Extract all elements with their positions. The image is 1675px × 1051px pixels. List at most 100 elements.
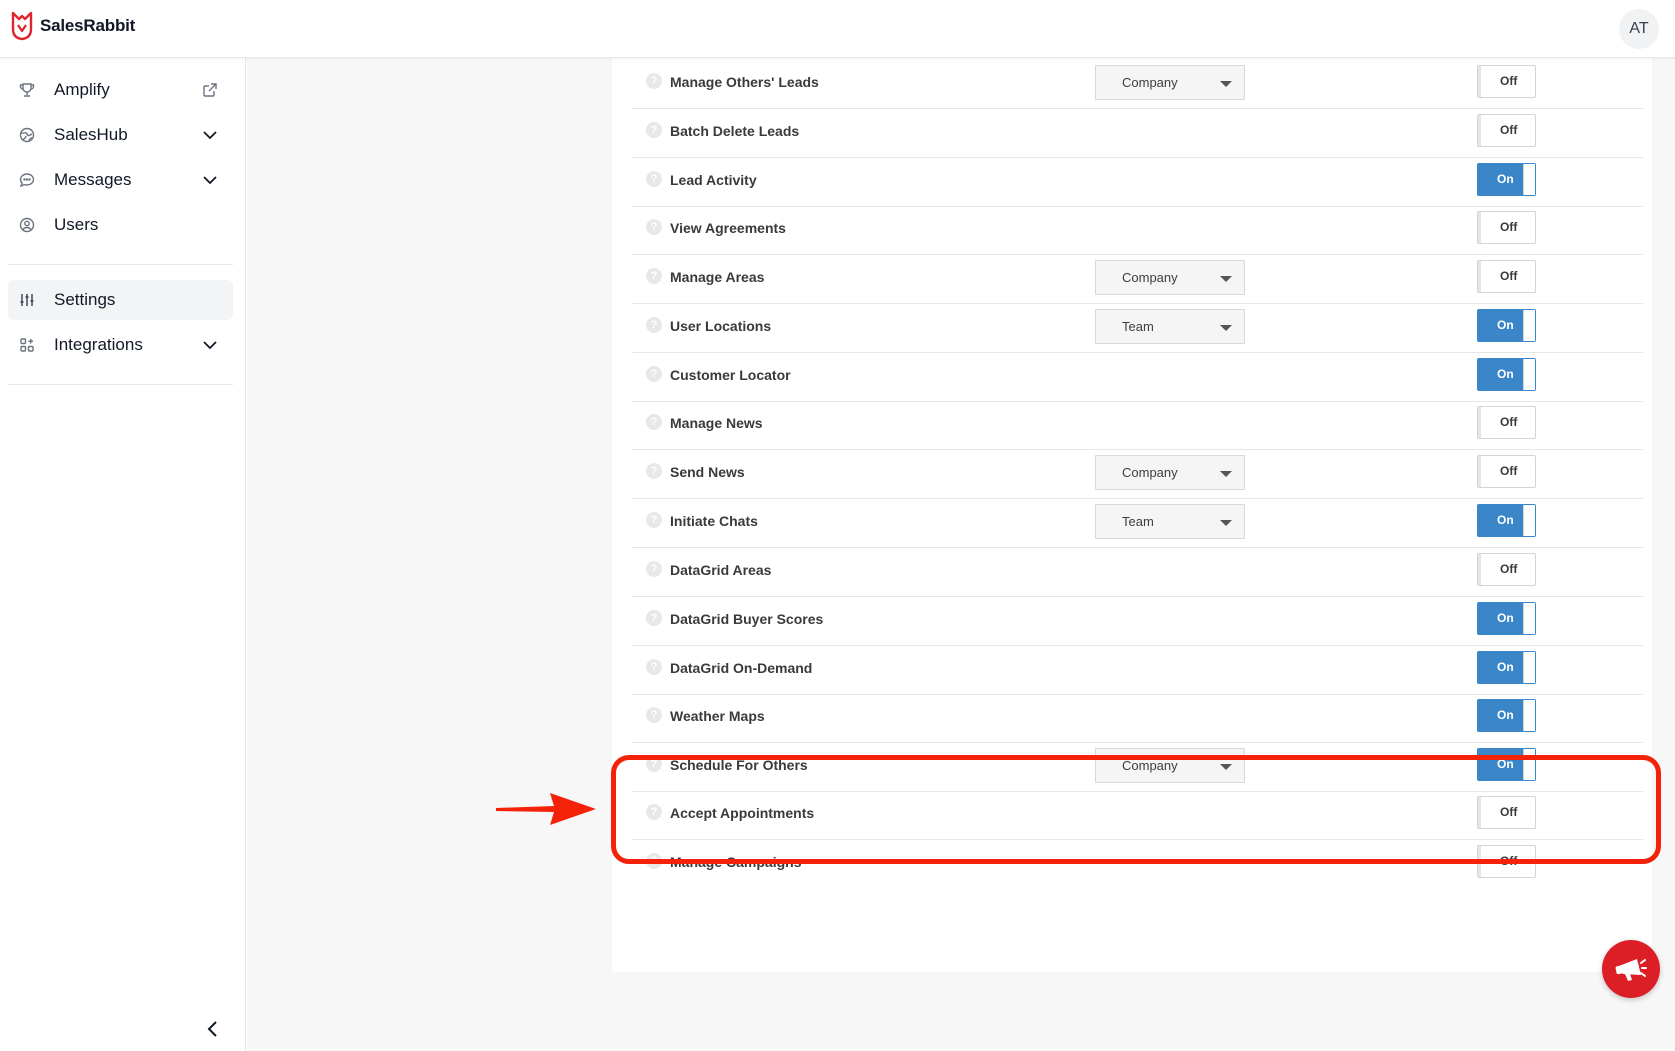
- rabbit-logo-icon: [11, 11, 33, 41]
- toggle-knob: [1523, 359, 1535, 390]
- permission-toggle[interactable]: Off: [1477, 406, 1536, 439]
- sidebar-item-amplify[interactable]: Amplify: [8, 70, 233, 110]
- toggle-state-label: Off: [1500, 74, 1518, 88]
- brand-logo[interactable]: SalesRabbit: [10, 11, 135, 41]
- permission-toggle[interactable]: On: [1477, 699, 1536, 732]
- scope-select[interactable]: Company: [1095, 65, 1245, 100]
- scope-select-value: Company: [1122, 75, 1178, 90]
- permission-toggle[interactable]: Off: [1477, 65, 1536, 98]
- grid-icon: [18, 336, 36, 354]
- scope-select-value: Company: [1122, 465, 1178, 480]
- permission-toggle[interactable]: On: [1477, 358, 1536, 391]
- user-circle-icon: [18, 216, 36, 234]
- toggle-state-label: Off: [1500, 269, 1518, 283]
- permission-label: Initiate Chats: [670, 513, 758, 529]
- help-icon[interactable]: ?: [646, 463, 662, 479]
- sliders-icon: [18, 291, 36, 309]
- chat-bubble-icon: [18, 171, 36, 189]
- permission-label: Weather Maps: [670, 708, 765, 724]
- sidebar-item-label: Users: [54, 215, 99, 234]
- permission-row: ? User Locations Team On: [632, 302, 1643, 353]
- toggle-state-label: On: [1497, 660, 1514, 674]
- toggle-state-label: On: [1497, 513, 1514, 527]
- permission-toggle[interactable]: Off: [1477, 211, 1536, 244]
- sidebar-divider: [8, 264, 233, 265]
- permission-row: ? Customer Locator On: [632, 351, 1643, 402]
- help-icon[interactable]: ?: [646, 73, 662, 89]
- toggle-state-label: Off: [1500, 415, 1518, 429]
- scope-select[interactable]: Team: [1095, 504, 1245, 539]
- toggle-knob: [1523, 700, 1535, 731]
- user-avatar[interactable]: AT: [1619, 9, 1659, 49]
- permission-toggle[interactable]: On: [1477, 504, 1536, 537]
- caret-down-icon: [1220, 276, 1232, 282]
- permission-toggle[interactable]: On: [1477, 602, 1536, 635]
- toggle-state-label: Off: [1500, 562, 1518, 576]
- megaphone-icon: [1615, 959, 1647, 981]
- permission-label: DataGrid Areas: [670, 562, 772, 578]
- toggle-state-label: On: [1497, 318, 1514, 332]
- permission-row: ? DataGrid On-Demand On: [632, 644, 1643, 695]
- toggle-state-label: On: [1497, 172, 1514, 186]
- sidebar-item-label: Amplify: [54, 80, 110, 99]
- permission-label: View Agreements: [670, 220, 786, 236]
- permission-row: ? Batch Delete Leads Off: [632, 107, 1643, 158]
- permission-toggle[interactable]: Off: [1477, 553, 1536, 586]
- permission-label: Manage Others' Leads: [670, 74, 819, 90]
- toggle-state-label: Off: [1500, 220, 1518, 234]
- permission-row: ? Manage News Off: [632, 399, 1643, 450]
- help-icon[interactable]: ?: [646, 122, 662, 138]
- caret-down-icon: [1220, 520, 1232, 526]
- permission-label: DataGrid On-Demand: [670, 660, 813, 676]
- permission-toggle[interactable]: Off: [1477, 455, 1536, 488]
- sidebar-divider: [8, 384, 233, 385]
- permission-row: ? Weather Maps On: [632, 692, 1643, 743]
- main-content: ? Manage Others' Leads Company Off? Batch De…: [247, 58, 1675, 1051]
- external-link-icon: [201, 81, 219, 99]
- scope-select[interactable]: Company: [1095, 260, 1245, 295]
- announcements-button[interactable]: [1602, 940, 1660, 998]
- permission-toggle[interactable]: Off: [1477, 260, 1536, 293]
- sidebar-item-messages[interactable]: Messages: [8, 160, 233, 200]
- sidebar-item-users[interactable]: Users: [8, 205, 233, 245]
- help-icon[interactable]: ?: [646, 268, 662, 284]
- permission-toggle[interactable]: On: [1477, 309, 1536, 342]
- scope-select[interactable]: Company: [1095, 455, 1245, 490]
- sidebar-item-integrations[interactable]: Integrations: [8, 325, 233, 365]
- permission-label: Batch Delete Leads: [670, 123, 800, 139]
- toggle-knob: [1523, 310, 1535, 341]
- permission-toggle[interactable]: Off: [1477, 114, 1536, 147]
- toggle-knob: [1523, 603, 1535, 634]
- help-icon[interactable]: ?: [646, 317, 662, 333]
- caret-down-icon: [1220, 325, 1232, 331]
- sidebar-item-settings[interactable]: Settings: [8, 280, 233, 320]
- help-icon[interactable]: ?: [646, 707, 662, 723]
- permission-label: Send News: [670, 464, 745, 480]
- scope-select[interactable]: Team: [1095, 309, 1245, 344]
- help-icon[interactable]: ?: [646, 659, 662, 675]
- help-icon[interactable]: ?: [646, 561, 662, 577]
- toggle-state-label: On: [1497, 611, 1514, 625]
- permission-row: ? View Agreements Off: [632, 204, 1643, 255]
- permission-label: DataGrid Buyer Scores: [670, 611, 824, 627]
- chevron-down-icon: [201, 126, 219, 144]
- help-icon[interactable]: ?: [646, 219, 662, 235]
- toggle-knob: [1523, 164, 1535, 195]
- toggle-state-label: Off: [1500, 464, 1518, 478]
- help-icon[interactable]: ?: [646, 512, 662, 528]
- sidebar-item-saleshub[interactable]: SalesHub: [8, 115, 233, 155]
- permission-label: Manage News: [670, 415, 763, 431]
- permission-toggle[interactable]: On: [1477, 651, 1536, 684]
- permission-toggle[interactable]: On: [1477, 163, 1536, 196]
- toggle-state-label: On: [1497, 708, 1514, 722]
- sidebar-item-label: Messages: [54, 170, 132, 189]
- scope-select-value: Company: [1122, 270, 1178, 285]
- toggle-state-label: Off: [1500, 123, 1518, 137]
- help-icon[interactable]: ?: [646, 610, 662, 626]
- collapse-sidebar-button[interactable]: [203, 1019, 223, 1039]
- help-icon[interactable]: ?: [646, 414, 662, 430]
- help-icon[interactable]: ?: [646, 366, 662, 382]
- scope-select-value: Team: [1122, 319, 1154, 334]
- help-icon[interactable]: ?: [646, 171, 662, 187]
- permission-label: Customer Locator: [670, 367, 791, 383]
